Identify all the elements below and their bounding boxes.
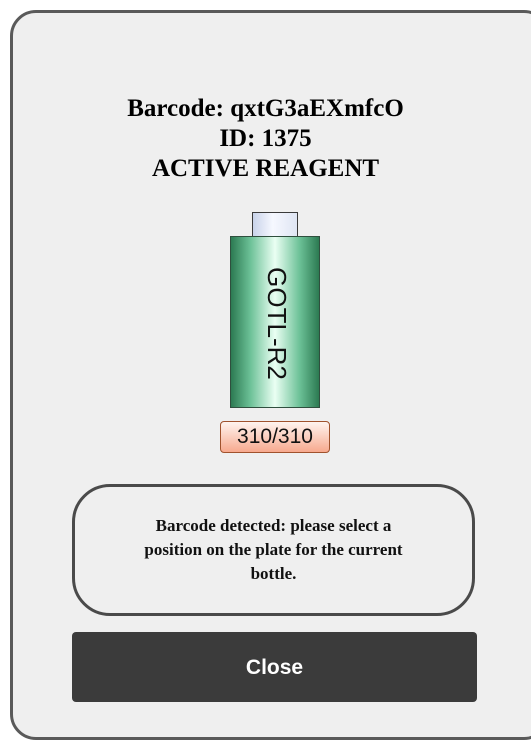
bottle-body: GOTL-R2 — [230, 236, 320, 408]
barcode-text: Barcode: qxtG3aEXmfcO — [127, 95, 404, 122]
dialog-header: Barcode: qxtG3aEXmfcO ID: 1375 ACTIVE RE… — [0, 94, 531, 184]
message-text: Barcode detected: please select a positi… — [144, 516, 403, 583]
bottle-label-text: GOTL-R2 — [261, 266, 292, 380]
bottle-label: GOTL-R2 — [231, 237, 321, 409]
bottle-cap — [252, 212, 298, 237]
status-text: ACTIVE REAGENT — [151, 155, 380, 182]
reagent-bottle-icon: GOTL-R2 — [230, 212, 320, 408]
close-button[interactable]: Close — [72, 632, 477, 702]
count-badge: 310/310 — [220, 421, 330, 453]
id-text: ID: 1375 — [219, 125, 312, 152]
message-box: Barcode detected: please select a positi… — [72, 484, 475, 616]
